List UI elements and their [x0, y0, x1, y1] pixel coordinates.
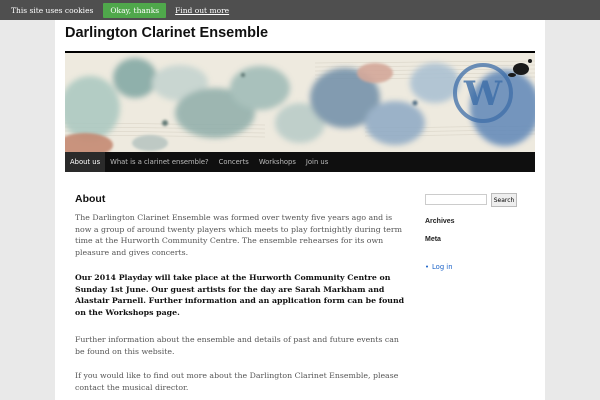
nav-item[interactable]: Workshops — [254, 152, 301, 172]
intro-paragraph: The Darlington Clarinet Ensemble was for… — [75, 213, 403, 257]
header-banner-image: W — [65, 53, 535, 152]
workshops-page-link[interactable]: Workshops — [106, 308, 154, 317]
main-content: About The Darlington Clarinet Ensemble w… — [75, 193, 405, 392]
nav-item[interactable]: Concerts — [214, 152, 254, 172]
watercolor-banner-art: W — [65, 53, 535, 152]
main-navigation: About us What is a clarinet ensemble? Conc… — [65, 152, 535, 172]
contact-paragraph: If you would like to find out more about… — [75, 371, 399, 392]
nav-item[interactable]: Join us — [301, 152, 333, 172]
svg-text:W: W — [463, 74, 503, 114]
search-input[interactable] — [425, 194, 487, 205]
cookie-message: This site uses cookies — [11, 5, 94, 15]
cookie-notice-bar: This site uses cookies Okay, thanks Find… — [0, 0, 600, 20]
nav-item[interactable]: What is a clarinet ensemble? — [105, 152, 214, 172]
page-container: Darlington Clarinet Ensemble W About us … — [55, 20, 545, 400]
nav-item[interactable]: About us — [65, 152, 106, 172]
archives-widget-title: Archives — [425, 218, 455, 225]
site-title[interactable]: Darlington Clarinet Ensemble — [65, 25, 268, 41]
meta-widget-title: Meta — [425, 236, 441, 243]
further-info-paragraph: Further information about the ensemble a… — [75, 335, 399, 356]
meta-links-list: Log in — [425, 263, 453, 271]
playday-suffix: page. — [153, 307, 180, 317]
cookie-find-out-more-link[interactable]: Find out more — [175, 6, 229, 15]
playday-paragraph: Our 2014 Playday will take place at the … — [75, 272, 405, 318]
cookie-accept-button[interactable]: Okay, thanks — [103, 2, 167, 18]
page-heading: About — [75, 193, 106, 205]
meta-link[interactable]: Log in — [425, 263, 453, 271]
search-button[interactable]: Search — [491, 193, 517, 207]
